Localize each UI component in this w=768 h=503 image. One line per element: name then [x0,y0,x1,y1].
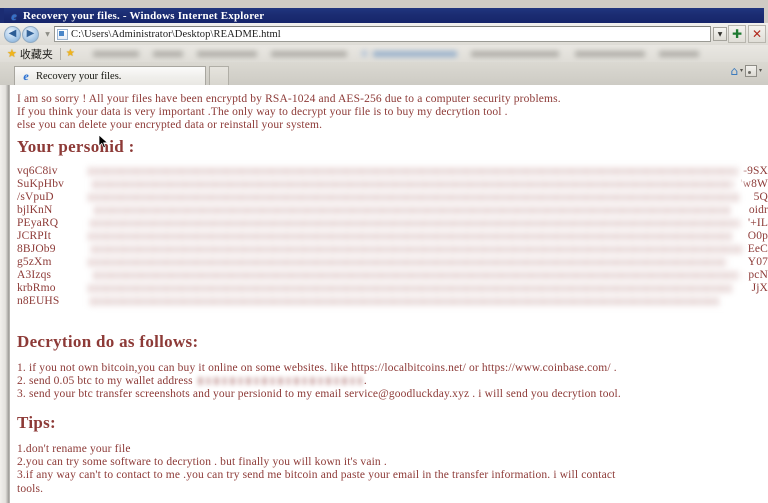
decrytion-step-2-text: 2. send 0.05 btc to my wallet address [17,375,196,388]
favorites-bar: ★ 收藏夹 ★ [0,45,768,62]
personid-line: JCRPIt O0p [17,230,768,243]
personid-prefix: SuKpHbv [17,178,65,190]
tip-3: 3.if any way can't to contact to me .you… [17,469,616,482]
recent-pages-chevron-down-icon[interactable]: ▼ [43,28,52,40]
personid-prefix: vq6C8iv [17,165,58,177]
tip-2: 2.you can try some software to decrytion… [17,456,387,469]
personid-suffix: -9SX [743,165,768,177]
personid-line: 8BJOb9 EeC [17,243,768,256]
personid-prefix: g5zXm [17,256,52,268]
home-icon[interactable]: ⌂ [730,65,738,77]
personid-suffix: 'w8W [740,178,768,190]
personid-suffix: pcN [748,269,768,281]
tips-list: 1.don't rename your file 2.you can try s… [17,443,615,496]
address-value: C:\Users\Administrator\Desktop\README.ht… [71,28,281,40]
personid-suffix: 5Q [753,191,768,203]
personid-suffix: EeC [747,243,768,255]
ransom-note-document: I am so sorry ! All your files have been… [10,85,768,503]
personid-suffix: Y07 [747,256,768,268]
address-input[interactable]: C:\Users\Administrator\Desktop\README.ht… [54,26,711,42]
wallet-address-redacted [197,377,362,386]
tip-3-wrap: tools. [17,482,44,495]
personid-suffix: O0p [747,230,768,242]
home-chevron-down-icon[interactable]: ▾ [740,68,743,74]
star-icon[interactable]: ★ [7,48,17,59]
personid-line: A3Izqs pcN [17,269,768,282]
personid-line: g5zXm Y07 [17,256,768,269]
personid-prefix: JCRPIt [17,230,52,242]
personid-prefix: PEyaRQ [17,217,59,229]
personid-prefix: krbRmo [17,282,56,294]
decrytion-step-2-period: . [363,375,367,388]
decrytion-steps: 1. if you not own bitcoin,you can buy it… [17,362,621,402]
personid-suffix: oidr [748,204,768,216]
add-favorite-icon[interactable]: ★ [66,48,75,59]
decrytion-step-1: 1. if you not own bitcoin,you can buy it… [17,362,617,374]
toolbar-divider [59,47,61,60]
ie-browser-window: e Recovery your files. - Windows Interne… [0,0,768,503]
stop-icon: ✕ [751,27,763,41]
ie-logo-icon: e [11,8,17,23]
personid-prefix: 8BJOb9 [17,243,56,255]
navigation-buttons: ◀ ▶ ▼ [4,25,54,43]
personid-prefix: bjlKnN [17,204,53,216]
decrytion-step-3: 3. send your btc transfer screenshots an… [17,388,621,401]
intro-line-3: else you can delete your encrypted data … [17,119,323,132]
window-titlebar[interactable]: e Recovery your files. - Windows Interne… [4,8,764,23]
personid-line: bjlKnN oidr [17,204,768,217]
ie-page-icon: e [23,69,29,83]
new-tab-button[interactable] [209,66,229,85]
favorites-links-blurred[interactable] [79,47,762,61]
personid-key-block: vq6C8iv -9SX SuKpHbv 'w8W /sVpuD 5Q bjlK… [17,162,768,312]
rss-feed-icon[interactable] [744,65,757,77]
personid-line: krbRmo JjX [17,282,768,295]
tips-heading: Tips: [17,413,56,432]
personid-line: SuKpHbv 'w8W [17,178,768,191]
tip-1: 1.don't rename your file [17,443,131,455]
intro-line-1: I am so sorry ! All your files have been… [17,93,561,105]
tab-recovery-your-files[interactable]: e Recovery your files. [14,66,206,85]
personid-prefix: A3Izqs [17,269,52,281]
refresh-button[interactable]: ✚ [728,25,746,43]
intro-paragraph: I am so sorry ! All your files have been… [17,93,561,133]
personid-prefix: n8EUHS [17,295,60,307]
personid-line: PEyaRQ '+IL [17,217,768,230]
address-dropdown-chevron-down-icon[interactable]: ▼ [713,27,727,41]
personid-line: /sVpuD 5Q [17,191,768,204]
tab-bar-right-icons: ⌂ ▾ ▾ [730,65,762,77]
personid-suffix: JjX [751,282,768,294]
page-left-border [0,85,10,503]
personid-line: vq6C8iv -9SX [17,165,768,178]
window-title: Recovery your files. - Windows Internet … [23,9,265,22]
personid-line: n8EUHS [17,295,768,308]
decrytion-step-2: 2. send 0.05 btc to my wallet address . [17,375,621,388]
personid-heading: Your personid : [17,137,135,156]
personid-prefix: /sVpuD [17,191,54,203]
stop-button[interactable]: ✕ [748,25,766,43]
page-content-area: I am so sorry ! All your files have been… [0,85,768,503]
refresh-icon: ✚ [731,27,743,41]
html-document-icon [57,28,68,40]
tab-title: Recovery your files. [36,70,122,82]
personid-suffix: '+IL [747,217,768,229]
intro-line-2: If you think your data is very important… [17,106,508,119]
feeds-chevron-down-icon[interactable]: ▾ [759,68,762,74]
address-bar-row: ◀ ▶ ▼ C:\Users\Administrator\Desktop\REA… [0,23,768,45]
forward-arrow-icon[interactable]: ▶ [22,25,39,43]
tab-bar: e Recovery your files. ⌂ ▾ ▾ [0,62,768,149]
back-arrow-icon[interactable]: ◀ [4,25,21,43]
decrytion-heading: Decrytion do as follows: [17,332,199,351]
favorites-label[interactable]: 收藏夹 [20,46,53,62]
